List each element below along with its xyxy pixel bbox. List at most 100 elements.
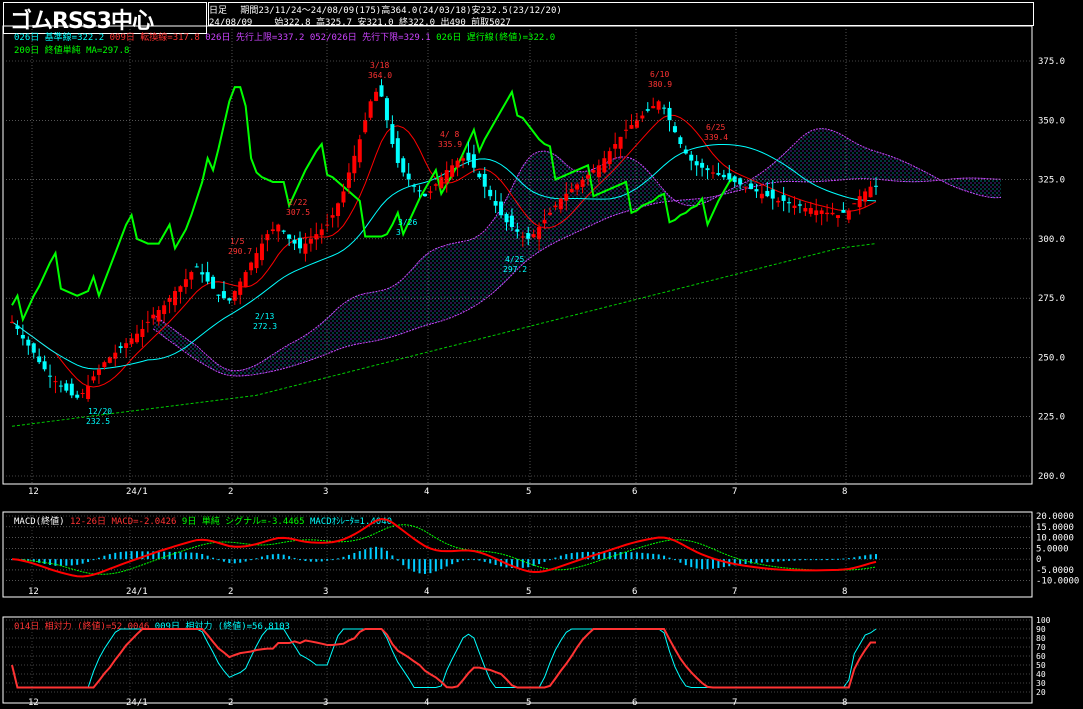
macd-histogram-bar (809, 559, 812, 561)
macd-histogram-bar (260, 556, 263, 560)
macd-histogram-bar (782, 559, 785, 562)
legend-senkou-a: 026日 先行上限=337.2 (205, 33, 305, 43)
candle-body (640, 115, 645, 119)
macd-histogram-bar (201, 553, 204, 560)
macd-histogram-bar (282, 554, 285, 560)
macd-histogram-bar (239, 559, 242, 563)
macd-histogram-bar (711, 559, 714, 569)
candle-body (151, 314, 156, 319)
macd-histogram-bar (375, 546, 378, 560)
legend-macd-value: 12-26日 MACD=-2.0426 (69, 517, 177, 527)
macd-histogram-bar (663, 555, 666, 560)
candle-body (341, 191, 346, 203)
candle-body (384, 98, 389, 121)
candle-body (145, 321, 150, 323)
macd-histogram-bar (228, 559, 231, 564)
macd-histogram-bar (385, 550, 388, 560)
macd-histogram-bar (853, 557, 856, 560)
price-x-tick: 7 (732, 487, 737, 497)
candle-body (200, 272, 205, 275)
candle-body (580, 179, 585, 188)
candle-body (797, 204, 802, 206)
candle-body (743, 186, 748, 188)
candle-body (31, 343, 36, 353)
macd-histogram-bar (500, 559, 503, 567)
macd-x-tick: 2 (228, 587, 233, 597)
candle-body (194, 266, 199, 268)
candle-body (243, 272, 248, 287)
macd-histogram-bar (836, 558, 839, 560)
chart-window: ゴムRSS3中心 日足 期間23/11/24〜24/08/09(175)高364… (0, 0, 1083, 709)
ohlc-date: 24/08/09 (209, 18, 253, 28)
macd-x-tick: 7 (732, 587, 737, 597)
rsi-x-tick: 12 (28, 698, 39, 708)
macd-histogram-bar (65, 559, 68, 566)
macd-histogram-bar (396, 559, 399, 561)
candle-body (422, 193, 427, 197)
price-y-tick: 375.0 (1038, 57, 1065, 67)
candle-body (776, 200, 781, 203)
candle-body (433, 184, 438, 186)
macd-histogram-bar (842, 558, 845, 560)
candle-body (189, 272, 194, 280)
macd-histogram-bar (342, 556, 345, 560)
candle-body (455, 160, 460, 168)
candle-body (841, 209, 846, 213)
macd-histogram-bar (543, 559, 546, 562)
candle-body (808, 208, 813, 214)
candle-body (20, 334, 25, 339)
macd-histogram-bar (97, 557, 100, 560)
legend-rsi-row: 014日 相対力 (終値)=52.0046 009日 相対力 (終値)=56.8… (14, 619, 290, 632)
macd-histogram-bar (32, 559, 35, 562)
macd-histogram-bar (472, 559, 475, 561)
macd-histogram-bar (635, 552, 638, 560)
candle-body (624, 129, 629, 131)
macd-histogram-bar (423, 559, 426, 574)
macd-line (11, 517, 877, 578)
macd-histogram-bar (815, 559, 818, 561)
candle-body (770, 189, 775, 199)
macd-histogram-bar (771, 559, 774, 562)
macd-histogram-bar (820, 559, 823, 561)
macd-histogram-bar (630, 552, 633, 560)
macd-histogram-bar (690, 559, 693, 568)
macd-histogram-bar (646, 553, 649, 560)
candle-body (221, 291, 226, 299)
macd-histogram-bar (510, 559, 513, 568)
macd-histogram-bar (516, 559, 519, 569)
candle-body (287, 234, 292, 239)
macd-histogram-bar (673, 559, 676, 561)
macd-histogram-bar (760, 559, 763, 563)
candle-body (852, 203, 857, 205)
candle-body (86, 385, 91, 399)
candle-body (390, 124, 395, 144)
candle-body (564, 193, 569, 201)
price-y-tick: 200.0 (1038, 472, 1065, 482)
ohlc-high: 高325.7 (315, 18, 353, 28)
candle-body (754, 189, 759, 192)
price-x-tick: 4 (424, 487, 429, 497)
candle-body (314, 234, 319, 240)
macd-histogram-bar (858, 556, 861, 560)
candle-body (336, 203, 341, 216)
macd-histogram-bar (309, 559, 312, 562)
rsi-y-tick: 60 (1036, 652, 1046, 661)
macd-histogram-bar (788, 559, 791, 561)
macd-histogram-bar (706, 559, 709, 570)
annotation-date: 2/13 (255, 312, 274, 321)
price-x-tick: 2 (228, 487, 233, 497)
rsi-y-tick: 100 (1036, 616, 1051, 625)
candle-body (700, 162, 705, 168)
annotation-value: 297.2 (503, 265, 527, 274)
macd-histogram-bar (684, 559, 687, 566)
macd-histogram-bar (141, 551, 144, 560)
candle-body (69, 383, 74, 396)
annotation-value: 3 (396, 228, 401, 237)
candle-body (504, 213, 509, 223)
candle-body (678, 137, 683, 144)
ohlc-close: 終322.0 (398, 18, 436, 28)
macd-histogram-bar (152, 551, 155, 560)
candle-body (249, 262, 254, 271)
candle-body (178, 286, 183, 292)
macd-histogram-bar (695, 559, 698, 569)
